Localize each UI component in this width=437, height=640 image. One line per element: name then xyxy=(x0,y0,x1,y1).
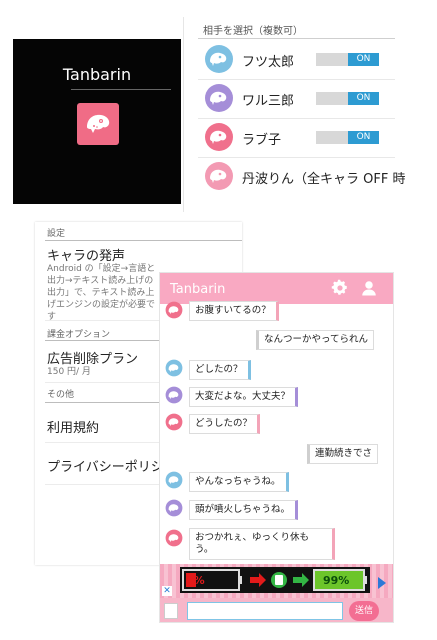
settings-header: 設定 xyxy=(47,229,66,239)
partner-row-tanbarin[interactable]: 丹波りん（全キャラ OFF 時 xyxy=(184,158,405,197)
chat-title: Tanbarin xyxy=(170,282,226,297)
message-item: お腹すいてるの？ xyxy=(160,301,393,321)
pink-chameleon-avatar xyxy=(165,529,183,547)
message-bubble: 大変だよな。大丈夫？ xyxy=(189,387,299,407)
partner-row-futarou[interactable]: フツ太郎 ON xyxy=(184,41,405,80)
message-bubble: やんなっちゃうね。 xyxy=(189,472,289,492)
partner-row-rabuko[interactable]: ラブ子 ON xyxy=(184,119,405,158)
divider xyxy=(45,240,242,241)
blue-chameleon-avatar xyxy=(165,471,183,489)
launcher-panel: Tanbarin xyxy=(13,39,181,204)
message-bubble: 頭が噴火しちゃうね。 xyxy=(189,500,299,520)
message-input[interactable] xyxy=(187,602,343,620)
message-bubble: 連勤続きでさ xyxy=(307,444,379,464)
app-launcher-icon[interactable] xyxy=(77,103,119,145)
toggle-on-label: ON xyxy=(348,92,379,105)
purple-chameleon-avatar xyxy=(165,499,183,517)
toggle-on-label: ON xyxy=(348,53,379,66)
pink-chameleon-avatar xyxy=(165,413,183,431)
message-input-bar: 送信 xyxy=(160,598,393,622)
ad-removal-plan-price: 150 円/ 月 xyxy=(47,367,91,377)
partner-name: 丹波りん（全キャラ OFF 時 xyxy=(242,172,406,187)
divider xyxy=(198,38,395,39)
blue-chameleon-avatar xyxy=(205,45,233,73)
voice-setting-title[interactable]: キャラの発声 xyxy=(47,245,125,264)
message-bubble: なんつーかやってられん xyxy=(256,330,375,350)
voice-setting-description: Android の「設定→言語と出力→テキスト読み上げの出力」で、テキスト読み上… xyxy=(47,264,156,322)
message-item: 連勤続きでさ xyxy=(160,444,393,464)
message-bubble: お腹すいてるの？ xyxy=(189,301,279,321)
person-icon[interactable] xyxy=(360,279,378,297)
message-item: どうしたの？ xyxy=(160,413,393,434)
purple-chameleon-avatar xyxy=(205,84,233,112)
ad-close-icon[interactable]: ✕ xyxy=(162,586,172,596)
pink-chameleon-avatar xyxy=(205,162,233,190)
chat-app-bar: Tanbarin xyxy=(160,273,393,304)
message-bubble: どしたの？ xyxy=(189,360,251,380)
pink-chameleon-avatar xyxy=(165,301,183,319)
divider xyxy=(71,89,171,90)
message-item: どしたの？ xyxy=(160,359,393,380)
privacy-policy-link[interactable]: プライバシーポリシ xyxy=(47,456,164,475)
partner-section-title: 相手を選択（複数可） xyxy=(203,26,303,37)
app-name: Tanbarin xyxy=(62,65,132,84)
chat-panel: Tanbarin お腹すいてるの？ なんつーかやってられん どしたの？ 大変だよ… xyxy=(159,272,394,623)
message-item: 頭が噴火しちゃうね。 xyxy=(160,499,393,520)
blue-chameleon-avatar xyxy=(165,359,183,377)
partner-name: ラブ子 xyxy=(242,133,282,148)
gear-icon[interactable] xyxy=(331,279,349,297)
play-icon[interactable] xyxy=(378,577,386,589)
toggle-on-label: ON xyxy=(348,131,379,144)
partner-row-warusaburou[interactable]: ワル三郎 ON xyxy=(184,80,405,119)
terms-of-service-link[interactable]: 利用規約 xyxy=(47,417,99,436)
message-bubble: おつかれぇ、ゆっくり休もう。 xyxy=(189,528,335,560)
pink-chameleon-avatar xyxy=(205,123,233,151)
billing-header: 課金オプション xyxy=(47,330,111,340)
low-battery-label: 9% xyxy=(186,574,205,587)
partner-name: フツ太郎 xyxy=(242,55,295,70)
partner-toggle[interactable]: ON xyxy=(316,53,379,66)
full-battery-label: 99% xyxy=(323,574,350,587)
purple-chameleon-avatar xyxy=(165,386,183,404)
partner-toggle[interactable]: ON xyxy=(316,92,379,105)
message-item: なんつーかやってられん xyxy=(160,330,393,350)
ad-removal-plan-title[interactable]: 広告削除プラン xyxy=(47,348,138,367)
other-header: その他 xyxy=(47,390,75,400)
message-bubble: どうしたの？ xyxy=(189,414,261,434)
chameleon-icon xyxy=(87,114,110,133)
partner-selection-panel: 相手を選択（複数可） フツ太郎 ON ワル三郎 ON ラブ子 ON 丹波りん（全… xyxy=(183,17,405,212)
ad-banner[interactable]: 9% 99% ✕ xyxy=(160,564,393,598)
message-list[interactable]: お腹すいてるの？ なんつーかやってられん どしたの？ 大変だよな。大丈夫？ どう… xyxy=(160,301,393,564)
attachment-icon[interactable] xyxy=(164,603,178,619)
partner-name: ワル三郎 xyxy=(242,94,295,109)
partner-toggle[interactable]: ON xyxy=(316,131,379,144)
message-item: やんなっちゃうね。 xyxy=(160,471,393,492)
send-button[interactable]: 送信 xyxy=(349,601,379,621)
message-item: おつかれぇ、ゆっくり休もう。 xyxy=(160,527,393,561)
message-item: 大変だよな。大丈夫？ xyxy=(160,386,393,407)
